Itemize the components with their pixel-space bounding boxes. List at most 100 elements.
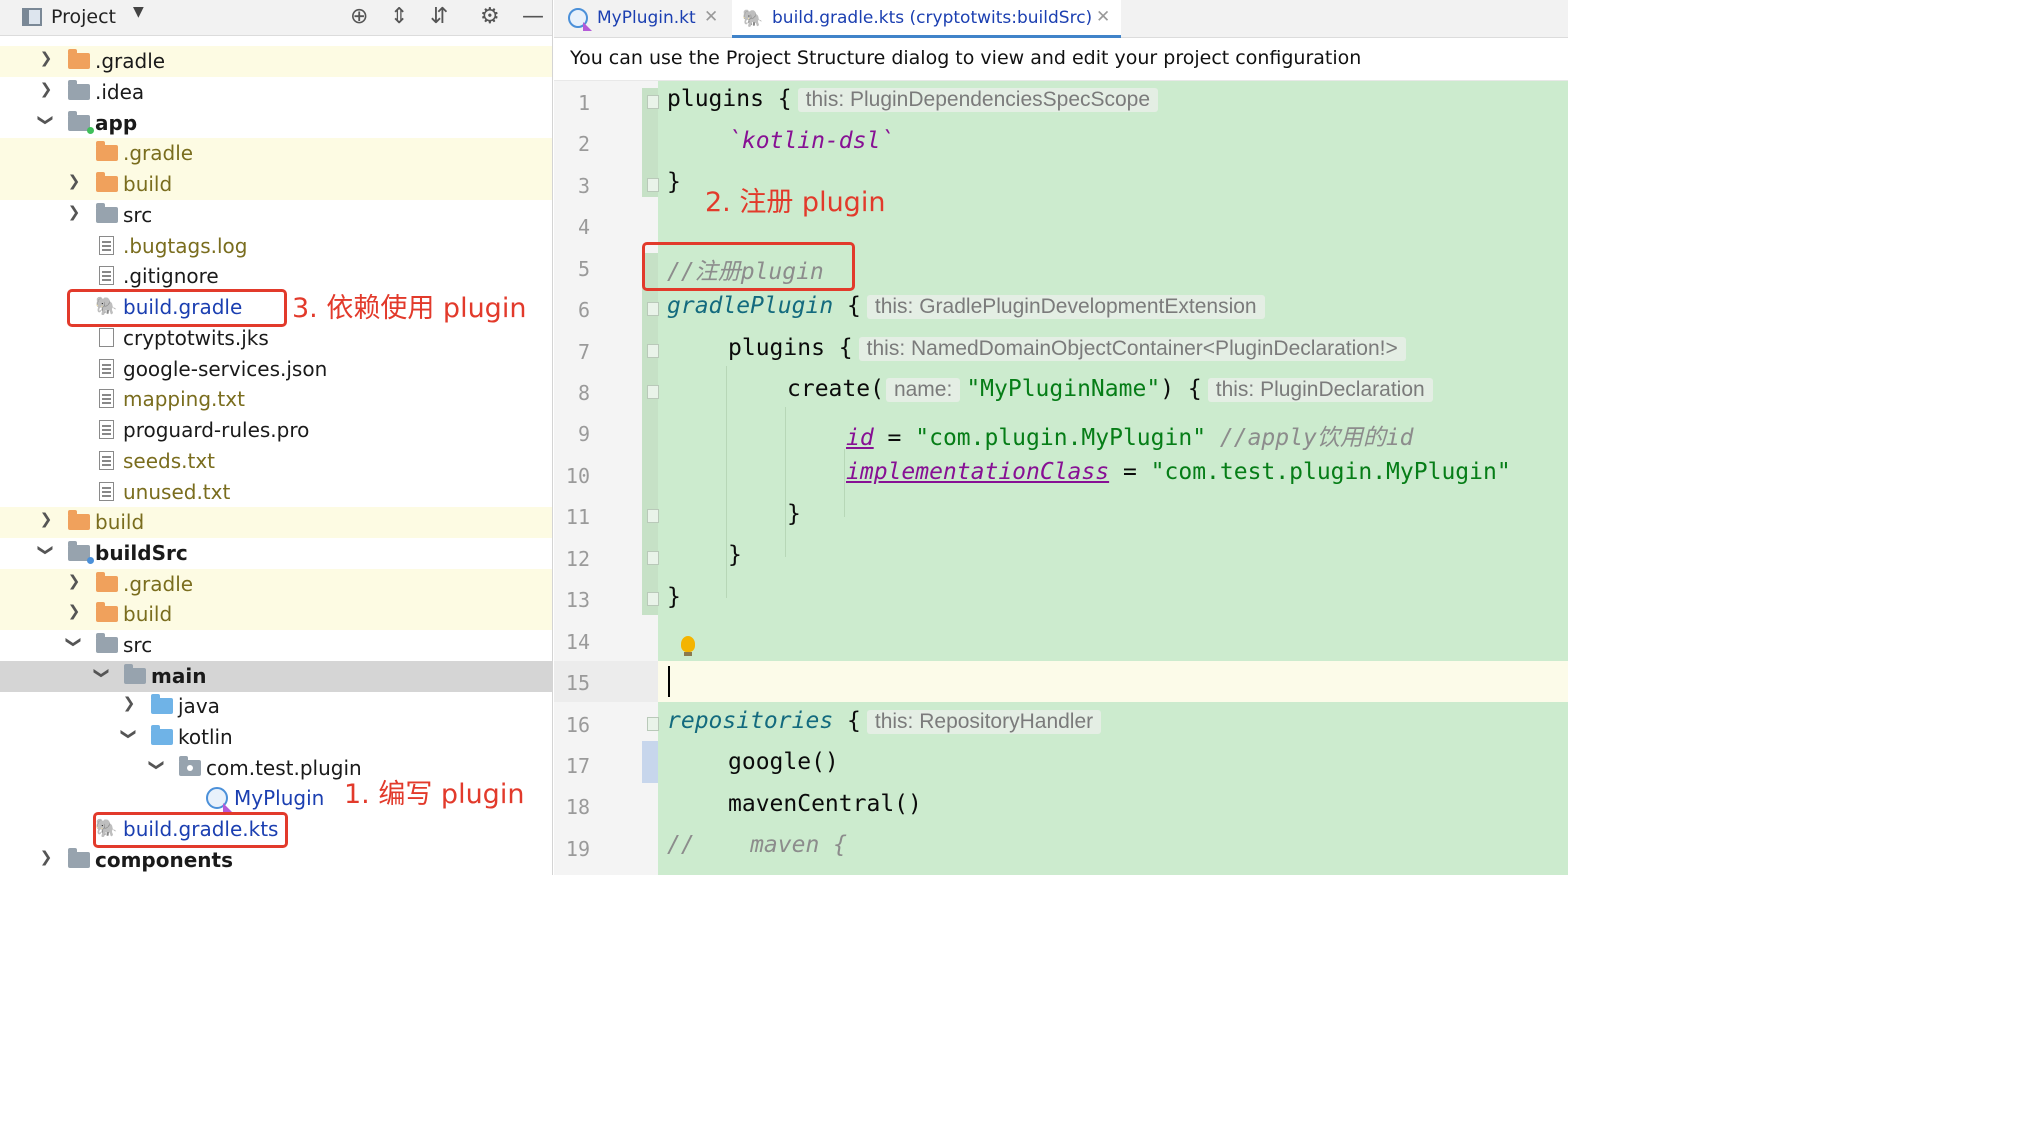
tree-item-jks[interactable]: cryptotwits.jks	[0, 323, 552, 354]
tree-item-label: .gradle	[123, 141, 194, 165]
brace: }	[667, 169, 681, 195]
tree-item-kotlin[interactable]: ❯ kotlin	[0, 722, 552, 753]
tree-item-app-gradle[interactable]: .gradle	[0, 138, 552, 169]
chevron-right-icon[interactable]: ❯	[66, 572, 82, 590]
highlight-box-register-comment	[642, 242, 855, 291]
chevron-down-icon[interactable]: ❯	[120, 726, 138, 742]
chevron-right-icon[interactable]: ❯	[38, 510, 54, 528]
fold-marker-icon[interactable]	[647, 178, 659, 192]
tree-item-app-src[interactable]: ❯ src	[0, 200, 552, 231]
highlight-box-build-gradle	[67, 289, 287, 327]
tree-item-root-build[interactable]: ❯ build	[0, 507, 552, 538]
chevron-right-icon[interactable]: ❯	[38, 848, 54, 866]
package-icon	[179, 756, 201, 776]
code-line-11: }	[787, 501, 801, 527]
string: "MyPluginName"	[966, 376, 1161, 402]
string: "com.plugin.MyPlugin"	[915, 425, 1207, 451]
collapse-all-icon[interactable]: ⇵	[430, 4, 448, 30]
chevron-down-icon[interactable]: ❯	[37, 542, 55, 558]
tree-item-proguard[interactable]: proguard-rules.pro	[0, 415, 552, 446]
keyword: plugins	[728, 335, 825, 361]
fold-marker-icon[interactable]	[647, 717, 659, 731]
close-icon[interactable]: ✕	[1096, 7, 1110, 27]
fold-marker-icon[interactable]	[647, 95, 659, 109]
chevron-down-icon[interactable]: ▼	[133, 4, 144, 20]
tree-item-buildsrc-build[interactable]: ❯ build	[0, 599, 552, 630]
tree-item-app[interactable]: ❯ app	[0, 108, 552, 139]
tree-item-label: main	[151, 664, 207, 688]
line-number: 10	[565, 464, 590, 488]
chevron-right-icon[interactable]: ❯	[66, 172, 82, 190]
tree-item-label: .bugtags.log	[123, 234, 248, 258]
fold-marker-icon[interactable]	[647, 551, 659, 565]
tab-build-gradle-kts[interactable]: 🐘 build.gradle.kts (cryptotwits:buildSrc…	[732, 0, 1121, 38]
tree-item-buildsrc[interactable]: ❯ buildSrc	[0, 538, 552, 569]
keyword: gradlePlugin	[667, 293, 834, 319]
chevron-right-icon[interactable]: ❯	[38, 49, 54, 67]
project-panel-title[interactable]: Project	[51, 6, 116, 28]
tree-item-bugtags-log[interactable]: .bugtags.log	[0, 231, 552, 262]
chevron-down-icon[interactable]: ❯	[148, 757, 166, 773]
source-folder-icon	[151, 694, 173, 714]
tree-item-main[interactable]: ❯ main	[0, 661, 552, 692]
tree-item-label: cryptotwits.jks	[123, 326, 269, 350]
kotlin-file-icon	[568, 8, 592, 31]
tree-item-label: seeds.txt	[123, 449, 216, 473]
tree-item-label: java	[178, 694, 220, 718]
expand-all-icon[interactable]: ⇕	[390, 4, 408, 30]
fold-marker-icon[interactable]	[647, 592, 659, 606]
chevron-right-icon[interactable]: ❯	[66, 602, 82, 620]
line-number: 13	[565, 588, 590, 612]
fold-marker-icon[interactable]	[647, 302, 659, 316]
chevron-down-icon[interactable]: ❯	[93, 665, 111, 681]
crosshair-icon[interactable]: ⊕	[350, 4, 368, 30]
comment: // maven {	[667, 832, 848, 858]
project-structure-notice: You can use the Project Structure dialog…	[554, 38, 1568, 81]
text-caret	[668, 666, 670, 697]
fold-marker-icon[interactable]	[647, 385, 659, 399]
property: id	[846, 425, 874, 451]
chevron-right-icon[interactable]: ❯	[66, 203, 82, 221]
tab-myplugin-kt[interactable]: MyPlugin.kt ✕	[554, 0, 730, 38]
chevron-right-icon[interactable]: ❯	[38, 80, 54, 98]
function-call: google()	[728, 749, 839, 775]
tree-item-buildsrc-gradle[interactable]: ❯ .gradle	[0, 569, 552, 600]
tree-item-app-build[interactable]: ❯ build	[0, 169, 552, 200]
operator: =	[1109, 459, 1151, 485]
tree-item-label: build	[95, 510, 145, 534]
line-number: 19	[565, 837, 590, 861]
folder-icon	[68, 510, 90, 530]
tree-item-components[interactable]: ❯ components	[0, 845, 552, 875]
tree-item-label: build	[123, 172, 173, 196]
folder-icon	[96, 141, 118, 161]
tree-item-seeds[interactable]: seeds.txt	[0, 446, 552, 477]
fold-marker-icon[interactable]	[647, 509, 659, 523]
chevron-down-icon[interactable]: ❯	[65, 634, 83, 650]
line-number: 5	[577, 257, 590, 281]
tree-item-google-services[interactable]: google-services.json	[0, 354, 552, 385]
tree-item-unused[interactable]: unused.txt	[0, 477, 552, 508]
tree-item-java[interactable]: ❯ java	[0, 691, 552, 722]
tree-scrolled-row: _________________	[0, 36, 552, 44]
keyword: repositories	[667, 708, 834, 734]
close-icon[interactable]: ✕	[704, 7, 718, 27]
indent-guide	[785, 407, 786, 557]
text-file-icon	[99, 236, 114, 255]
tree-item-label: .gradle	[123, 572, 194, 596]
code-line-12: }	[728, 542, 742, 568]
lightbulb-icon[interactable]	[681, 636, 695, 656]
chevron-down-icon[interactable]: ❯	[37, 112, 55, 128]
tree-item-gradle[interactable]: ❯ .gradle	[0, 46, 552, 77]
tree-item-idea[interactable]: ❯ .idea	[0, 77, 552, 108]
fold-marker-icon[interactable]	[647, 344, 659, 358]
chevron-right-icon[interactable]: ❯	[121, 694, 137, 712]
tree-item-buildsrc-src[interactable]: ❯ src	[0, 630, 552, 661]
tree-item-label: google-services.json	[123, 357, 328, 381]
gear-icon[interactable]: ⚙	[480, 4, 500, 30]
line-number: 7	[577, 340, 590, 364]
kotlin-class-icon	[206, 787, 232, 812]
modified-line-marker	[642, 741, 658, 783]
minimize-icon[interactable]: —	[522, 4, 544, 30]
module-folder-icon	[68, 848, 90, 868]
tree-item-mapping[interactable]: mapping.txt	[0, 384, 552, 415]
